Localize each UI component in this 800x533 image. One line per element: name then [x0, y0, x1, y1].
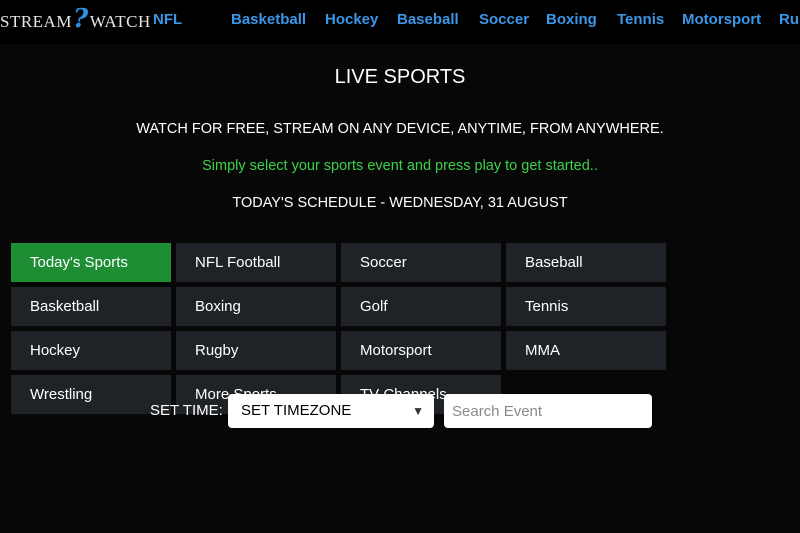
nav-link-baseball[interactable]: Baseball	[397, 11, 459, 28]
nav-link-basketball[interactable]: Basketball	[231, 11, 306, 28]
category-golf[interactable]: Golf	[341, 287, 501, 326]
nav-link-tennis[interactable]: Tennis	[617, 11, 664, 28]
set-time-label: SET TIME:	[150, 402, 223, 419]
nav-link-nfl[interactable]: NFL	[153, 11, 182, 28]
search-event-input[interactable]	[444, 394, 652, 428]
category-basketball[interactable]: Basketball	[11, 287, 171, 326]
category-soccer[interactable]: Soccer	[341, 243, 501, 282]
category-baseball[interactable]: Baseball	[506, 243, 666, 282]
category-nfl-football[interactable]: NFL Football	[176, 243, 336, 282]
timezone-selected-value: SET TIMEZONE	[241, 402, 352, 419]
logo-mark-icon: ?	[72, 4, 89, 34]
category-todays-sports[interactable]: Today's Sports	[11, 243, 171, 282]
nav-link-boxing[interactable]: Boxing	[546, 11, 597, 28]
nav-link-soccer[interactable]: Soccer	[479, 11, 529, 28]
site-logo[interactable]: STREAM ? WATCH	[0, 4, 151, 36]
category-tennis[interactable]: Tennis	[506, 287, 666, 326]
logo-text-stream: STREAM	[0, 12, 72, 31]
nav-link-rugby-partial[interactable]: Ru	[779, 11, 799, 28]
logo-text-watch: WATCH	[89, 12, 151, 31]
category-wrestling[interactable]: Wrestling	[11, 375, 171, 414]
timezone-select[interactable]: SET TIMEZONE ▼	[228, 394, 434, 428]
category-rugby[interactable]: Rugby	[176, 331, 336, 370]
nav-link-hockey[interactable]: Hockey	[325, 11, 378, 28]
chevron-down-icon: ▼	[412, 404, 424, 418]
top-navigation-bar: STREAM ? WATCH NFL Basketball Hockey Bas…	[0, 0, 800, 45]
category-motorsport[interactable]: Motorsport	[341, 331, 501, 370]
nav-link-motorsport[interactable]: Motorsport	[682, 11, 761, 28]
page-title: LIVE SPORTS	[334, 66, 466, 88]
instruction-text: Simply select your sports event and pres…	[202, 158, 598, 174]
category-boxing[interactable]: Boxing	[176, 287, 336, 326]
tagline: WATCH FOR FREE, STREAM ON ANY DEVICE, AN…	[136, 121, 664, 137]
category-mma[interactable]: MMA	[506, 331, 666, 370]
category-hockey[interactable]: Hockey	[11, 331, 171, 370]
schedule-heading: TODAY'S SCHEDULE - WEDNESDAY, 31 AUGUST	[232, 195, 568, 211]
main-content: LIVE SPORTS WATCH FOR FREE, STREAM ON AN…	[0, 44, 800, 533]
